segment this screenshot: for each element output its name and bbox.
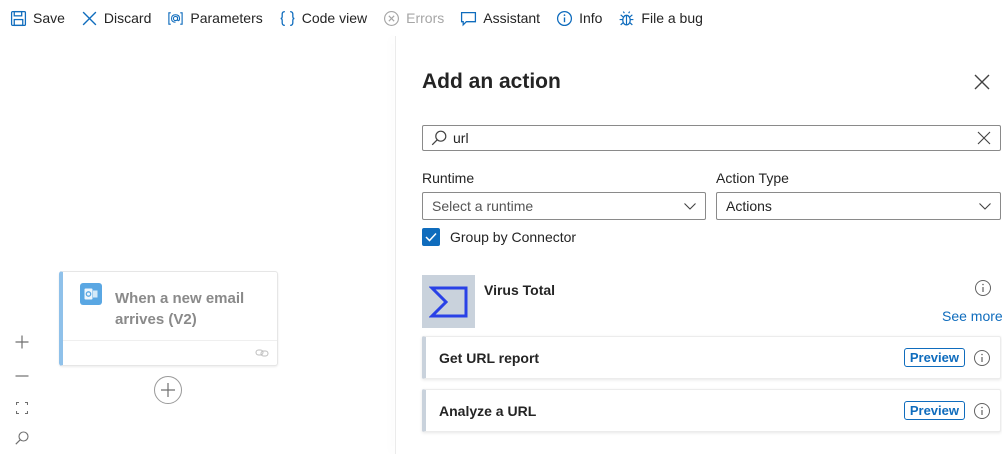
info-icon bbox=[557, 10, 573, 26]
zoom-in-icon bbox=[15, 335, 29, 349]
outlook-icon bbox=[80, 283, 102, 305]
virus-total-logo-icon bbox=[422, 275, 475, 328]
link-icon bbox=[255, 349, 269, 357]
designer-toolbar: Save Discard Parameters Code view Errors… bbox=[0, 0, 1002, 36]
action-item[interactable]: Analyze a URL Preview bbox=[422, 389, 1001, 432]
canvas-search-button[interactable] bbox=[12, 428, 32, 448]
group-by-connector[interactable]: Group by Connector bbox=[422, 228, 576, 246]
zoom-controls bbox=[0, 326, 44, 454]
chevron-down-icon bbox=[979, 203, 991, 210]
add-step-button[interactable] bbox=[154, 376, 182, 404]
fit-view-icon bbox=[16, 402, 28, 414]
parameters-icon bbox=[168, 11, 184, 25]
discard-button[interactable]: Discard bbox=[81, 10, 151, 27]
code-view-label: Code view bbox=[301, 10, 368, 26]
add-action-panel: Add an action Runtime Select a runtime A… bbox=[396, 36, 1002, 454]
search-input[interactable] bbox=[453, 130, 976, 146]
checkmark-icon bbox=[425, 232, 437, 242]
save-button[interactable]: Save bbox=[10, 10, 65, 27]
zoom-in-button[interactable] bbox=[12, 332, 32, 352]
runtime-label: Runtime bbox=[422, 170, 475, 186]
runtime-value: Select a runtime bbox=[432, 198, 534, 214]
errors-label: Errors bbox=[406, 10, 445, 26]
info-button[interactable]: Info bbox=[556, 10, 602, 27]
info-icon[interactable] bbox=[974, 279, 992, 297]
action-type-dropdown[interactable]: Actions bbox=[716, 192, 1001, 220]
search-icon bbox=[15, 431, 29, 445]
assistant-button[interactable]: Assistant bbox=[460, 10, 540, 27]
discard-label: Discard bbox=[103, 10, 152, 26]
parameters-button[interactable]: Parameters bbox=[167, 10, 263, 27]
save-icon bbox=[10, 10, 27, 26]
trigger-divider bbox=[63, 340, 277, 341]
connector-group: Virus Total bbox=[422, 275, 1001, 329]
discard-icon bbox=[82, 11, 97, 25]
search-field[interactable] bbox=[422, 125, 1001, 151]
group-by-checkbox[interactable] bbox=[422, 228, 440, 246]
errors-button[interactable]: Errors bbox=[383, 10, 444, 27]
preview-badge: Preview bbox=[903, 401, 965, 420]
info-icon[interactable] bbox=[973, 402, 991, 420]
info-label: Info bbox=[579, 10, 603, 26]
panel-title: Add an action bbox=[422, 70, 561, 93]
action-type-value: Actions bbox=[726, 198, 772, 214]
assistant-icon bbox=[461, 11, 477, 26]
file-a-bug-button[interactable]: File a bug bbox=[618, 10, 703, 27]
clear-search-icon[interactable] bbox=[976, 130, 992, 146]
action-item[interactable]: Get URL report Preview bbox=[422, 336, 1001, 379]
preview-badge: Preview bbox=[903, 348, 965, 367]
file-a-bug-label: File a bug bbox=[641, 10, 703, 26]
code-view-button[interactable]: Code view bbox=[279, 10, 367, 27]
errors-icon bbox=[384, 10, 400, 26]
action-name: Get URL report bbox=[439, 349, 540, 366]
trigger-card[interactable]: When a new email arrives (V2) bbox=[59, 271, 278, 366]
assistant-label: Assistant bbox=[483, 10, 541, 26]
search-icon bbox=[431, 130, 447, 146]
close-icon[interactable] bbox=[972, 72, 992, 92]
action-name: Analyze a URL bbox=[439, 402, 537, 419]
connector-name: Virus Total bbox=[484, 282, 556, 298]
action-type-label: Action Type bbox=[716, 170, 789, 186]
chevron-down-icon bbox=[684, 203, 696, 210]
zoom-out-icon bbox=[15, 375, 29, 377]
see-more-link[interactable]: See more bbox=[942, 308, 1002, 324]
parameters-label: Parameters bbox=[190, 10, 263, 26]
trigger-title: When a new email arrives (V2) bbox=[115, 290, 245, 328]
bug-icon bbox=[620, 10, 634, 26]
zoom-out-button[interactable] bbox=[12, 366, 32, 386]
runtime-dropdown[interactable]: Select a runtime bbox=[422, 192, 706, 220]
plus-icon bbox=[161, 383, 175, 397]
code-view-icon bbox=[280, 10, 295, 26]
group-by-label: Group by Connector bbox=[450, 229, 577, 245]
designer-canvas[interactable]: When a new email arrives (V2) bbox=[0, 36, 396, 454]
info-icon[interactable] bbox=[973, 349, 991, 367]
fit-view-button[interactable] bbox=[12, 398, 32, 418]
save-label: Save bbox=[33, 10, 65, 26]
